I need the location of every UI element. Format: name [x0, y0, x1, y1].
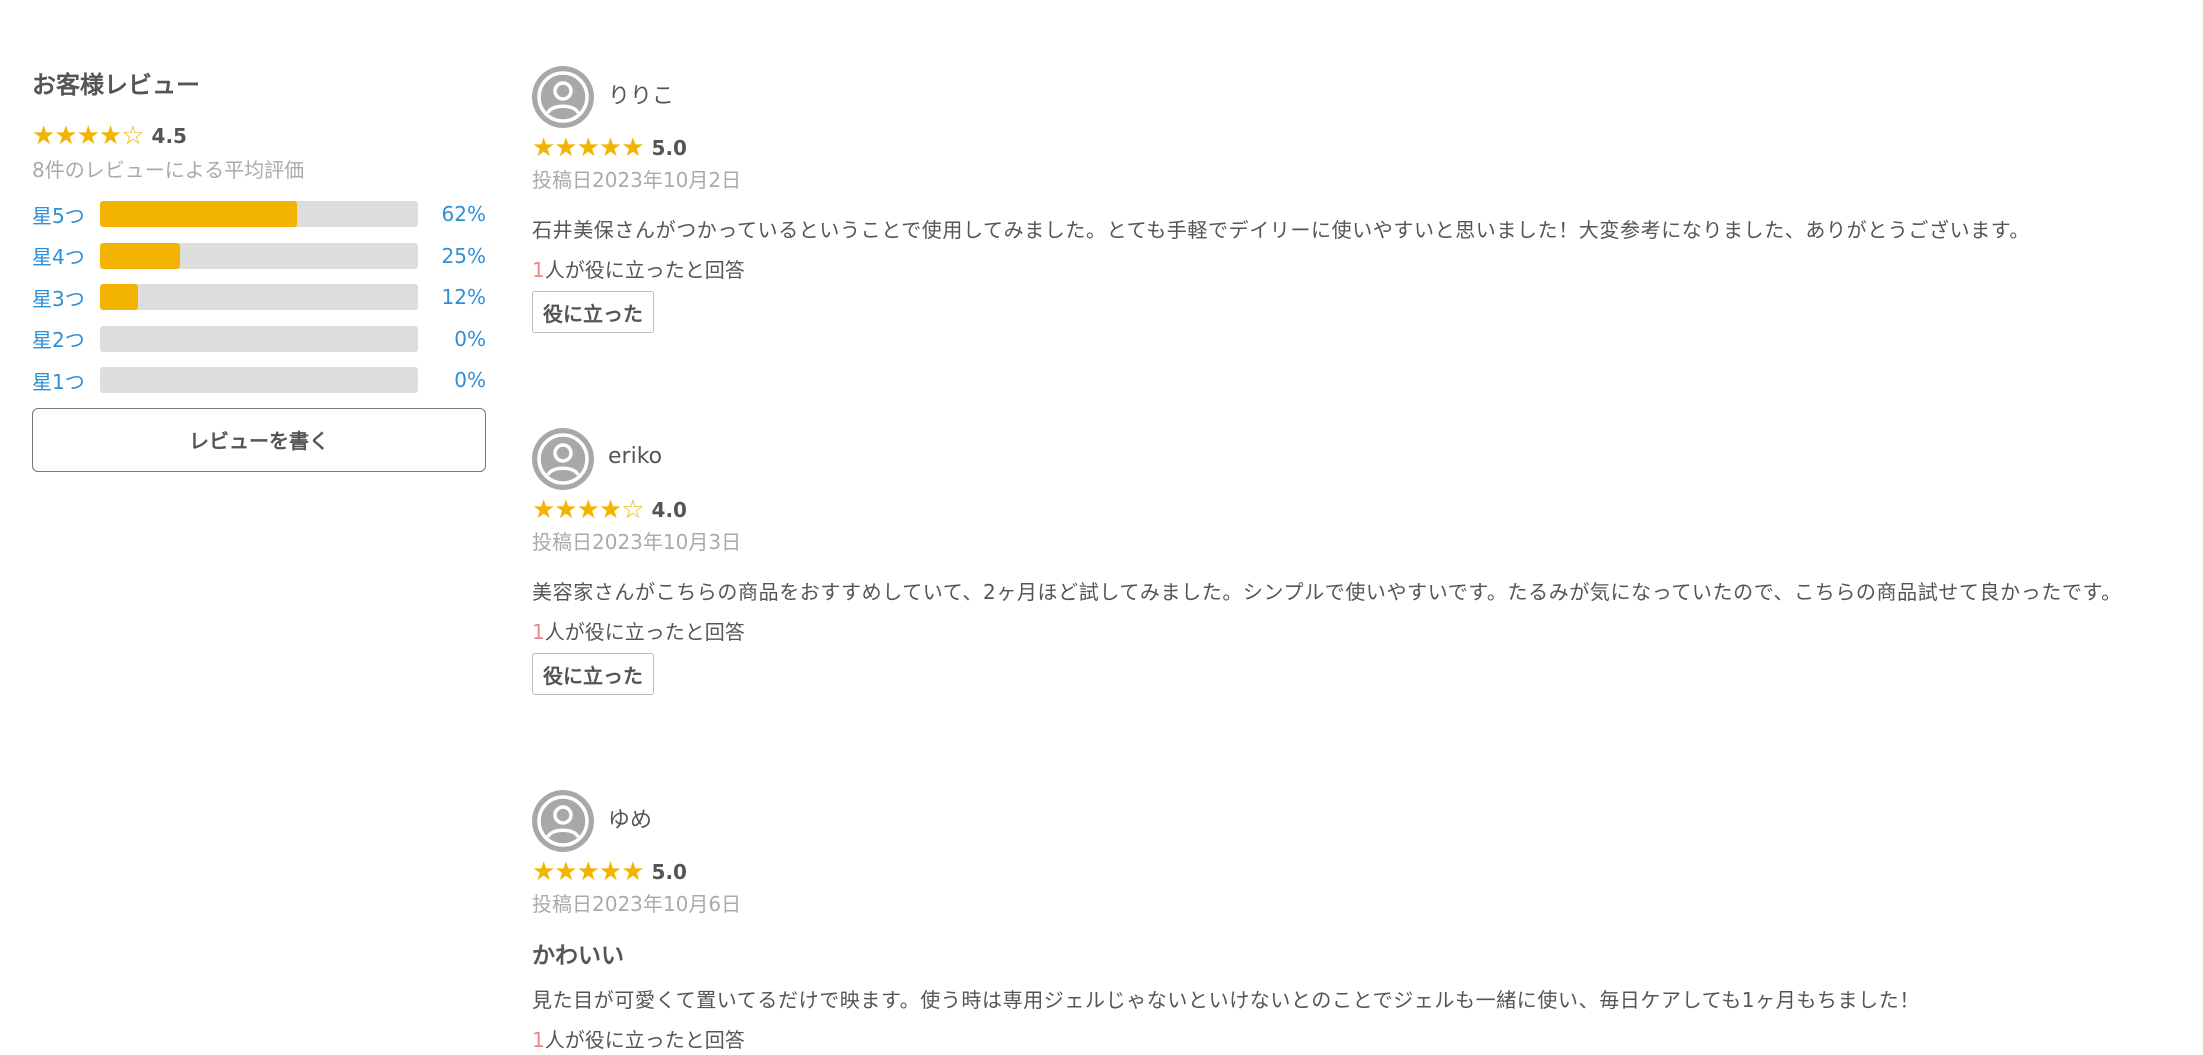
- histogram-percent[interactable]: 12%: [418, 285, 486, 309]
- histogram-row-4[interactable]: 星4つ 25%: [32, 242, 486, 270]
- review-date: 投稿日2023年10月3日: [532, 530, 742, 554]
- reviewer-name: eriko: [608, 443, 663, 469]
- review-rating-value: 5.0: [651, 136, 687, 160]
- review-header: りりこ: [532, 66, 2152, 128]
- helpful-count-number: 1: [532, 1028, 545, 1052]
- summary-rating-value: 4.5: [151, 124, 187, 148]
- summary-stars-icon: ★★★★☆: [32, 121, 145, 151]
- reviewer-name: ゆめ: [608, 808, 653, 833]
- histogram-row-2[interactable]: 星2つ 0%: [32, 325, 486, 353]
- user-avatar-icon: [532, 428, 594, 490]
- helpful-button[interactable]: 役に立った: [532, 653, 654, 695]
- review-date: 投稿日2023年10月6日: [532, 892, 742, 916]
- histogram-percent[interactable]: 0%: [418, 327, 486, 351]
- helpful-count: 1人が役に立ったと回答: [532, 1025, 2152, 1055]
- histogram-percent[interactable]: 0%: [418, 368, 486, 392]
- histogram-label[interactable]: 星4つ: [32, 241, 100, 270]
- review-rating-value: 4.0: [651, 498, 687, 522]
- helpful-count-number: 1: [532, 258, 545, 282]
- review-list: りりこ ★★★★★ 5.0 投稿日2023年10月2日 石井美保さんがつかってい…: [532, 66, 2152, 1055]
- review-header: ゆめ: [532, 790, 2152, 852]
- rating-histogram: 星5つ 62% 星4つ 25% 星3つ 12% 星2つ 0% 星1つ 0%: [32, 200, 486, 394]
- user-avatar-icon: [532, 790, 594, 852]
- review-summary: お客様レビュー ★★★★☆ 4.5 8件のレビューによる平均評価 星5つ 62%…: [32, 68, 486, 472]
- review-item: りりこ ★★★★★ 5.0 投稿日2023年10月2日 石井美保さんがつかってい…: [532, 66, 2152, 428]
- histogram-label[interactable]: 星5つ: [32, 200, 100, 229]
- histogram-fill: [100, 242, 180, 269]
- histogram-fill: [100, 284, 139, 310]
- histogram-label[interactable]: 星1つ: [32, 366, 100, 395]
- review-date: 投稿日2023年10月2日: [532, 168, 742, 192]
- write-review-button[interactable]: レビューを書く: [32, 407, 486, 472]
- helpful-count-text: 人が役に立ったと回答: [544, 258, 745, 282]
- histogram-row-5[interactable]: 星5つ 62%: [32, 200, 486, 228]
- user-avatar-icon: [532, 66, 594, 128]
- helpful-button[interactable]: 役に立った: [532, 291, 654, 333]
- review-stars-icon: ★★★★★: [532, 857, 645, 887]
- histogram-row-3[interactable]: 星3つ 12%: [32, 283, 486, 311]
- review-title: かわいい: [532, 943, 624, 969]
- summary-review-count: 8件のレビューによる平均評価: [32, 158, 305, 182]
- histogram-fill: [100, 201, 298, 227]
- reviewer-name: りりこ: [608, 84, 675, 109]
- helpful-count: 1人が役に立ったと回答: [532, 255, 2152, 285]
- review-rating: ★★★★☆ 4.0: [532, 495, 2152, 525]
- histogram-track: [100, 201, 418, 227]
- review-header: eriko: [532, 428, 2152, 490]
- review-rating: ★★★★★ 5.0: [532, 133, 2152, 163]
- review-rating: ★★★★★ 5.0: [532, 857, 2152, 887]
- histogram-label[interactable]: 星3つ: [32, 283, 100, 312]
- helpful-count-text: 人が役に立ったと回答: [544, 620, 745, 644]
- review-body: 石井美保さんがつかっているということで使用してみました。とても手軽でデイリーに使…: [532, 218, 2030, 242]
- helpful-count: 1人が役に立ったと回答: [532, 617, 2152, 647]
- review-body: 見た目が可愛くて置いてるだけで映ます。使う時は専用ジェルじゃないといけないとのこ…: [532, 988, 1920, 1012]
- histogram-percent[interactable]: 25%: [418, 244, 486, 268]
- helpful-count-text: 人が役に立ったと回答: [544, 1028, 745, 1052]
- histogram-label[interactable]: 星2つ: [32, 324, 100, 353]
- review-stars-icon: ★★★★☆: [532, 495, 645, 525]
- review-item: eriko ★★★★☆ 4.0 投稿日2023年10月3日 美容家さんがこちらの…: [532, 428, 2152, 790]
- review-stars-icon: ★★★★★: [532, 133, 645, 163]
- summary-rating: ★★★★☆ 4.5: [32, 121, 486, 151]
- histogram-track: [100, 242, 418, 269]
- review-rating-value: 5.0: [651, 860, 687, 884]
- helpful-count-number: 1: [532, 620, 545, 644]
- review-item: ゆめ ★★★★★ 5.0 投稿日2023年10月6日 かわいい 見た目が可愛くて…: [532, 790, 2152, 1055]
- histogram-track: [100, 325, 418, 352]
- histogram-row-1[interactable]: 星1つ 0%: [32, 366, 486, 394]
- histogram-percent[interactable]: 62%: [418, 202, 486, 226]
- summary-title: お客様レビュー: [32, 71, 200, 99]
- review-body: 美容家さんがこちらの商品をおすすめしていて、2ヶ月ほど試してみました。シンプルで…: [532, 580, 2122, 604]
- histogram-track: [100, 367, 418, 393]
- histogram-track: [100, 284, 418, 310]
